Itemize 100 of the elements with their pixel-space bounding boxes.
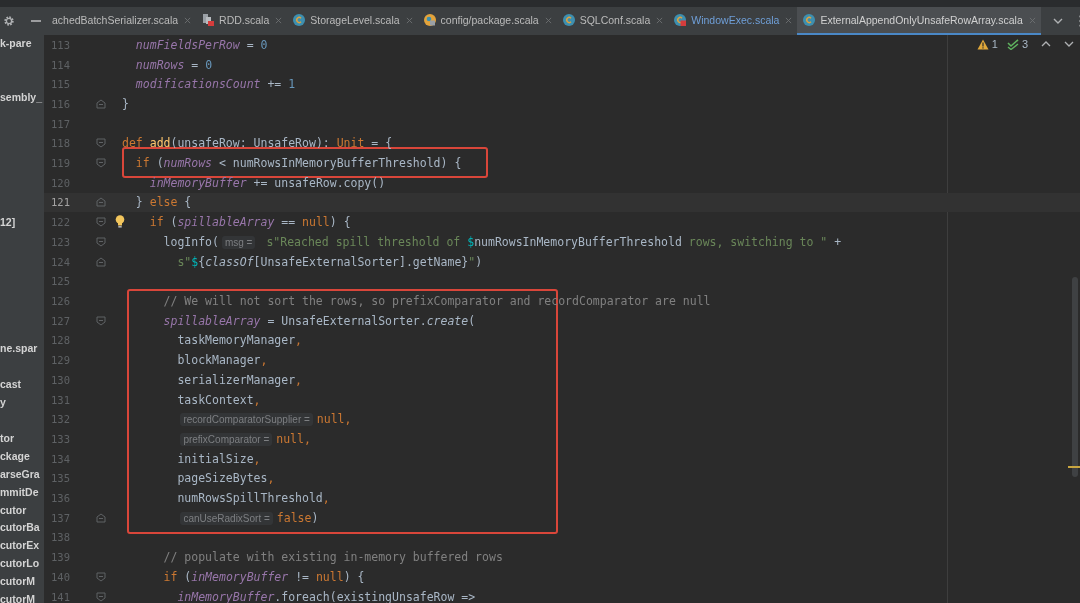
file-tab[interactable]: achedBatchSerializer.scala [46,7,197,35]
fold-marker-icon[interactable] [96,315,106,326]
class-error-icon [674,14,687,26]
file-tab[interactable]: StorageLevel.scala [287,7,418,35]
fold-marker-icon[interactable] [96,571,106,582]
line-number: 118 [50,137,70,150]
tree-item[interactable]: ckage [0,447,44,466]
code-line: serializerManager, [177,372,303,387]
line-number: 132 [50,413,70,426]
line-number: 133 [50,432,70,445]
code-line: // populate with existing in-memory buffered rows [163,550,503,565]
fold-marker-icon[interactable] [96,236,106,247]
tree-item[interactable]: cutorM [0,573,44,592]
close-icon[interactable] [785,16,793,24]
tree-item[interactable]: cutor [0,501,44,520]
tree-item[interactable]: cast [0,375,44,394]
line-number: 135 [50,472,70,485]
file-tab[interactable]: RDD.scala [196,7,288,35]
code-line: initialSize, [177,451,261,466]
line-number: 136 [50,492,70,504]
code-line: blockManager, [177,353,268,368]
code-line: recordComparatorSupplier = null, [177,412,352,427]
tree-item[interactable]: arseGra [0,465,44,484]
code-line: taskContext, [177,392,261,407]
line-number: 119 [50,157,70,170]
chevron-up-icon[interactable] [1041,41,1051,47]
code-line: if (spillableArray == null) { [149,215,351,230]
file-tab[interactable]: WindowExec.scala [668,7,798,35]
class-icon [803,14,816,26]
close-icon[interactable] [275,16,283,24]
code-line: def add(unsafeRow: UnsafeRow): Unit = { [122,136,393,151]
tree-item[interactable]: cutorLo [0,555,44,574]
code-line: spillableArray = UnsafeExternalSorter.create( [163,313,476,328]
scrollbar-thumb[interactable] [1072,277,1078,477]
tree-item[interactable]: tor [0,429,44,448]
warning-icon[interactable] [976,38,989,50]
code-line: } [122,96,129,111]
code-line: modificationsCount += 1 [135,77,296,92]
line-number: 122 [50,216,70,229]
code-line: numFieldsPerRow = 0 [135,37,268,52]
close-icon[interactable] [1028,16,1036,24]
line-number: 117 [50,117,70,130]
tree-item[interactable]: cutorEx [0,537,44,556]
tree-item[interactable]: mmitDe [0,483,44,502]
fold-marker-icon[interactable] [96,512,106,523]
line-number: 127 [50,314,70,327]
line-number: 125 [50,275,70,288]
tree-item[interactable]: k-pare [0,35,44,53]
weak-warning-count: 3 [1021,38,1028,50]
line-number: 138 [50,531,70,544]
line-number: 128 [50,334,70,347]
tree-item[interactable]: sembly_ [0,88,44,107]
code-line: numRowsSpillThreshold, [177,491,330,505]
close-icon[interactable] [544,16,552,24]
line-number: 120 [50,176,70,189]
double-check-icon[interactable] [1006,38,1019,50]
code-line: inMemoryBuffer += unsafeRow.copy() [149,175,386,190]
line-number: 131 [50,393,70,406]
chevron-down-icon[interactable] [1064,41,1074,47]
settings-icon[interactable] [3,15,15,27]
fold-marker-icon[interactable] [96,138,106,149]
tree-item[interactable]: 12] [0,214,44,233]
line-number: 139 [50,551,70,564]
line-number: 130 [50,373,70,386]
tree-item[interactable]: cutorM [0,591,44,603]
line-number: 126 [50,295,70,307]
tree-item[interactable]: ne.spar [0,340,44,358]
line-number: 140 [50,570,70,583]
close-icon[interactable] [184,16,192,24]
file-tab[interactable]: ExternalAppendOnlyUnsafeRowArray.scala [797,7,1041,35]
fold-marker-icon[interactable] [96,98,106,109]
close-icon[interactable] [656,16,664,24]
fold-marker-icon[interactable] [96,217,106,228]
line-number: 113 [50,38,70,51]
blocks-icon [202,14,215,26]
code-line: pageSizeBytes, [177,471,275,486]
code-line: numRows = 0 [135,57,213,72]
close-icon[interactable] [405,16,413,24]
line-number: 141 [50,590,70,603]
code-line: s"${classOf[UnsafeExternalSorter].getName}") [177,254,483,269]
error-stripe-mark [1068,466,1080,468]
tree-item[interactable]: y [0,393,44,412]
file-tab[interactable]: SQLConf.scala [556,7,669,35]
tree-item[interactable]: cutorBa [0,519,44,538]
file-tab[interactable]: config/package.scala [417,7,557,35]
line-number: 134 [50,452,70,465]
code-line: prefixComparator = null, [177,431,311,446]
warning-count: 1 [991,38,998,50]
fold-marker-icon[interactable] [96,158,106,169]
fold-marker-icon[interactable] [96,197,106,208]
fold-marker-icon[interactable] [96,256,106,267]
chevron-down-icon[interactable] [1052,18,1063,24]
code-line: if (numRows < numRowsInMemoryBufferThreshold) { [135,156,462,171]
lightbulb-icon[interactable] [115,215,125,229]
class-icon [293,14,306,26]
line-number: 123 [50,235,70,248]
line-number: 121 [50,196,70,209]
class-icon [562,14,575,26]
code-line: canUseRadixSort = false) [177,510,319,525]
fold-marker-icon[interactable] [96,591,106,602]
